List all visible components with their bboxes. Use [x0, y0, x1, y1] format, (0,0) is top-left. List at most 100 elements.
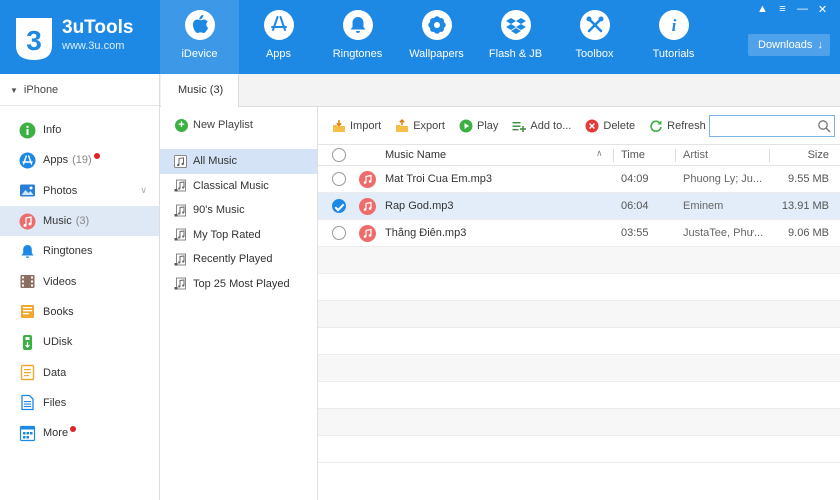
- search-icon[interactable]: [817, 119, 831, 133]
- row-size: 9.55 MB: [788, 173, 829, 185]
- import-button[interactable]: Import: [332, 119, 381, 133]
- tools-icon: [580, 10, 610, 40]
- chevron-down-icon[interactable]: ∨: [140, 185, 147, 196]
- sidebar-item-label: Photos: [43, 184, 78, 197]
- column-divider[interactable]: [769, 149, 770, 162]
- refresh-button[interactable]: Refresh: [649, 119, 706, 133]
- import-label: Import: [350, 119, 382, 132]
- empty-row: [318, 328, 840, 355]
- downloads-button[interactable]: Downloads ↓: [748, 34, 830, 56]
- caret-down-icon: ▼: [10, 86, 18, 95]
- playlist-item-classical[interactable]: Classical Music: [160, 174, 317, 199]
- row-icon-cell: [354, 197, 385, 215]
- empty-row: [318, 274, 840, 301]
- header-music-name[interactable]: Music Name: [385, 149, 621, 161]
- search-input[interactable]: [710, 116, 814, 136]
- playlist-item-recently-played[interactable]: Recently Played: [160, 247, 317, 272]
- info-icon: [19, 122, 36, 139]
- notification-dot: [70, 426, 77, 433]
- sidebar-item-photos[interactable]: Photos ∨: [0, 176, 159, 206]
- sidebar-item-label: Books: [43, 305, 74, 318]
- nav-tutorials[interactable]: i Tutorials: [634, 0, 713, 74]
- row-music-name: Rap God.mp3: [385, 200, 454, 212]
- sidebar-item-apps[interactable]: Apps (19): [0, 145, 159, 175]
- flower-icon: [422, 10, 452, 40]
- skin-icon[interactable]: ▲: [757, 3, 768, 16]
- select-all-radio[interactable]: [332, 148, 346, 162]
- playlist-item-90s[interactable]: 90's Music: [160, 198, 317, 223]
- sidebar-item-data[interactable]: Data: [0, 357, 159, 387]
- music-toolbar: Import Export Play Add to... Delete Refr…: [318, 107, 840, 145]
- new-playlist-button[interactable]: + New Playlist: [160, 107, 317, 143]
- files-icon: [19, 394, 36, 411]
- search-box: [709, 115, 835, 137]
- column-divider[interactable]: [675, 149, 676, 162]
- export-button[interactable]: Export: [395, 118, 445, 133]
- nav-ringtones[interactable]: Ringtones: [318, 0, 397, 74]
- sidebar-list: Info Apps (19) Photos ∨ Music (3) Ringto…: [0, 106, 159, 448]
- playlist-icon: [174, 154, 187, 168]
- row-artist: Phuong Ly; Ju...: [683, 173, 763, 185]
- row-music-name: Thằng Điên.mp3: [385, 227, 467, 239]
- sidebar-item-ringtones[interactable]: Ringtones: [0, 236, 159, 266]
- playlist-icon: [174, 277, 187, 290]
- header-size[interactable]: Size: [777, 149, 833, 161]
- header-time[interactable]: Time: [621, 149, 683, 161]
- apps-icon: [19, 152, 36, 169]
- close-icon[interactable]: ✕: [817, 3, 828, 16]
- row-radio[interactable]: [332, 226, 346, 240]
- main-nav: iDevice Apps Ringtones Wallpapers Flash …: [160, 0, 713, 74]
- minimize-icon[interactable]: —: [797, 3, 808, 16]
- nav-idevice[interactable]: iDevice: [160, 0, 239, 74]
- delete-icon: [585, 119, 599, 133]
- playlist-label: 90's Music: [193, 204, 245, 217]
- brand-name: 3uTools: [62, 17, 134, 38]
- row-check-cell: [332, 172, 354, 186]
- sidebar-item-label: UDisk: [43, 336, 73, 349]
- play-button[interactable]: Play: [459, 119, 498, 133]
- nav-flash-jb[interactable]: Flash & JB: [476, 0, 555, 74]
- download-arrow-icon: ↓: [817, 39, 824, 51]
- nav-wallpapers[interactable]: Wallpapers: [397, 0, 476, 74]
- row-time: 06:04: [621, 200, 649, 212]
- row-radio-checked[interactable]: [332, 199, 346, 213]
- empty-row: [318, 436, 840, 463]
- sidebar-item-files[interactable]: Files: [0, 388, 159, 418]
- device-selector[interactable]: ▼ iPhone: [0, 74, 159, 106]
- udisk-icon: [19, 334, 36, 351]
- sidebar-item-music[interactable]: Music (3): [0, 205, 159, 237]
- playlist-icon: [174, 228, 187, 241]
- playlist-item-top-25[interactable]: Top 25 Most Played: [160, 272, 317, 297]
- refresh-label: Refresh: [667, 119, 706, 132]
- nav-toolbox[interactable]: Toolbox: [555, 0, 634, 74]
- plus-icon: +: [175, 118, 188, 132]
- playlist-item-top-rated[interactable]: My Top Rated: [160, 223, 317, 248]
- videos-icon: [19, 273, 36, 290]
- menu-icon[interactable]: ≡: [777, 3, 788, 16]
- nav-apps[interactable]: Apps: [239, 0, 318, 74]
- music-note-icon: [359, 197, 376, 215]
- music-note-icon: [359, 170, 376, 188]
- sidebar-item-books[interactable]: Books: [0, 297, 159, 327]
- sidebar-item-videos[interactable]: Videos: [0, 266, 159, 296]
- sort-up-icon[interactable]: ∧: [596, 148, 603, 159]
- playlist-item-all-music[interactable]: All Music: [160, 149, 317, 174]
- column-divider[interactable]: [613, 149, 614, 162]
- playlist-label: Classical Music: [193, 179, 269, 192]
- header-artist[interactable]: Artist: [683, 149, 777, 161]
- sidebar-item-info[interactable]: Info: [0, 115, 159, 145]
- sidebar-item-label: Info: [43, 124, 62, 137]
- sidebar-item-more[interactable]: More: [0, 418, 159, 448]
- row-radio[interactable]: [332, 172, 346, 186]
- play-icon: [459, 119, 473, 133]
- nav-label: Toolbox: [575, 48, 614, 60]
- table-row[interactable]: Rap God.mp3 06:04 Eminem 13.91 MB: [318, 193, 840, 220]
- refresh-icon: [649, 119, 663, 133]
- delete-button[interactable]: Delete: [585, 119, 635, 133]
- table-row[interactable]: Mat Troi Cua Em.mp3 04:09 Phuong Ly; Ju.…: [318, 166, 840, 193]
- select-all-cell: [332, 148, 354, 162]
- add-to-button[interactable]: Add to...: [512, 119, 571, 133]
- sidebar-item-udisk[interactable]: UDisk: [0, 327, 159, 357]
- table-row[interactable]: Thằng Điên.mp3 03:55 JustaTee, Phư... 9.…: [318, 220, 840, 247]
- tab-music[interactable]: Music (3): [161, 74, 239, 107]
